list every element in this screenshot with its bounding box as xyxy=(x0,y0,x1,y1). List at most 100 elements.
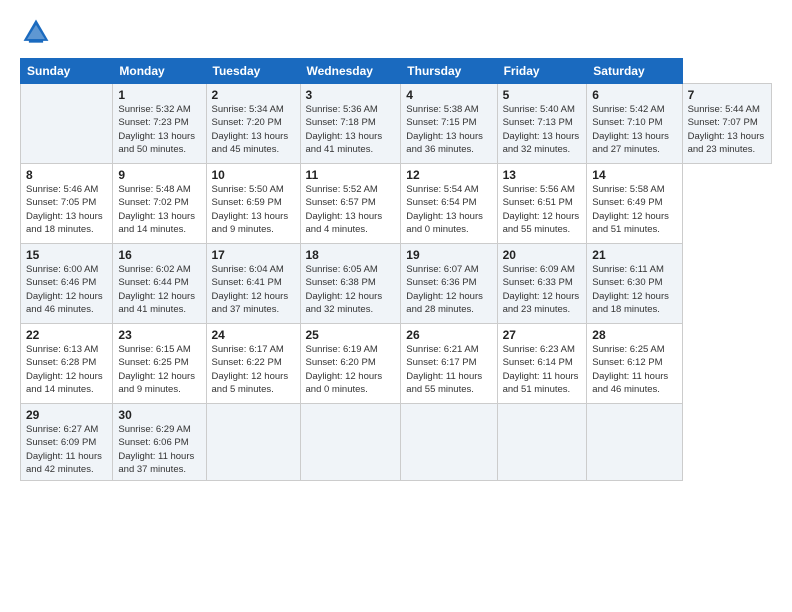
calendar-day-cell: 3Sunrise: 5:36 AMSunset: 7:18 PMDaylight… xyxy=(300,84,401,164)
weekday-header-thursday: Thursday xyxy=(401,59,497,84)
calendar-day-cell xyxy=(21,84,113,164)
day-number: 8 xyxy=(26,168,107,182)
day-number: 14 xyxy=(592,168,676,182)
weekday-header-sunday: Sunday xyxy=(21,59,113,84)
calendar-day-cell: 12Sunrise: 5:54 AMSunset: 6:54 PMDayligh… xyxy=(401,164,497,244)
weekday-header-friday: Friday xyxy=(497,59,587,84)
day-info: Sunrise: 6:11 AMSunset: 6:30 PMDaylight:… xyxy=(592,263,676,316)
logo-icon xyxy=(20,16,52,48)
day-info: Sunrise: 6:13 AMSunset: 6:28 PMDaylight:… xyxy=(26,343,107,396)
page: SundayMondayTuesdayWednesdayThursdayFrid… xyxy=(0,0,792,612)
day-info: Sunrise: 6:19 AMSunset: 6:20 PMDaylight:… xyxy=(306,343,396,396)
calendar-week-row: 29Sunrise: 6:27 AMSunset: 6:09 PMDayligh… xyxy=(21,404,772,481)
day-number: 4 xyxy=(406,88,491,102)
day-info: Sunrise: 5:58 AMSunset: 6:49 PMDaylight:… xyxy=(592,183,676,236)
calendar-day-cell: 13Sunrise: 5:56 AMSunset: 6:51 PMDayligh… xyxy=(497,164,587,244)
day-info: Sunrise: 5:56 AMSunset: 6:51 PMDaylight:… xyxy=(503,183,582,236)
calendar-day-cell: 11Sunrise: 5:52 AMSunset: 6:57 PMDayligh… xyxy=(300,164,401,244)
calendar-day-cell: 9Sunrise: 5:48 AMSunset: 7:02 PMDaylight… xyxy=(113,164,206,244)
calendar-day-cell xyxy=(206,404,300,481)
calendar-day-cell: 24Sunrise: 6:17 AMSunset: 6:22 PMDayligh… xyxy=(206,324,300,404)
calendar-table: SundayMondayTuesdayWednesdayThursdayFrid… xyxy=(20,58,772,481)
calendar-day-cell: 21Sunrise: 6:11 AMSunset: 6:30 PMDayligh… xyxy=(587,244,682,324)
calendar-day-cell: 22Sunrise: 6:13 AMSunset: 6:28 PMDayligh… xyxy=(21,324,113,404)
day-info: Sunrise: 5:54 AMSunset: 6:54 PMDaylight:… xyxy=(406,183,491,236)
day-info: Sunrise: 6:04 AMSunset: 6:41 PMDaylight:… xyxy=(212,263,295,316)
day-number: 5 xyxy=(503,88,582,102)
day-number: 11 xyxy=(306,168,396,182)
calendar-header-row: SundayMondayTuesdayWednesdayThursdayFrid… xyxy=(21,59,772,84)
calendar-day-cell xyxy=(401,404,497,481)
day-number: 13 xyxy=(503,168,582,182)
day-info: Sunrise: 5:40 AMSunset: 7:13 PMDaylight:… xyxy=(503,103,582,156)
day-info: Sunrise: 5:52 AMSunset: 6:57 PMDaylight:… xyxy=(306,183,396,236)
day-number: 29 xyxy=(26,408,107,422)
calendar-day-cell: 7Sunrise: 5:44 AMSunset: 7:07 PMDaylight… xyxy=(682,84,771,164)
day-number: 12 xyxy=(406,168,491,182)
day-number: 26 xyxy=(406,328,491,342)
calendar-day-cell: 28Sunrise: 6:25 AMSunset: 6:12 PMDayligh… xyxy=(587,324,682,404)
day-info: Sunrise: 5:38 AMSunset: 7:15 PMDaylight:… xyxy=(406,103,491,156)
day-info: Sunrise: 6:25 AMSunset: 6:12 PMDaylight:… xyxy=(592,343,676,396)
calendar-day-cell: 16Sunrise: 6:02 AMSunset: 6:44 PMDayligh… xyxy=(113,244,206,324)
day-info: Sunrise: 6:02 AMSunset: 6:44 PMDaylight:… xyxy=(118,263,200,316)
calendar-day-cell: 15Sunrise: 6:00 AMSunset: 6:46 PMDayligh… xyxy=(21,244,113,324)
day-info: Sunrise: 6:15 AMSunset: 6:25 PMDaylight:… xyxy=(118,343,200,396)
calendar-day-cell: 27Sunrise: 6:23 AMSunset: 6:14 PMDayligh… xyxy=(497,324,587,404)
header xyxy=(20,16,772,48)
day-number: 3 xyxy=(306,88,396,102)
day-number: 1 xyxy=(118,88,200,102)
day-info: Sunrise: 6:21 AMSunset: 6:17 PMDaylight:… xyxy=(406,343,491,396)
day-number: 28 xyxy=(592,328,676,342)
day-number: 6 xyxy=(592,88,676,102)
day-number: 16 xyxy=(118,248,200,262)
day-number: 20 xyxy=(503,248,582,262)
day-info: Sunrise: 5:46 AMSunset: 7:05 PMDaylight:… xyxy=(26,183,107,236)
calendar-day-cell: 18Sunrise: 6:05 AMSunset: 6:38 PMDayligh… xyxy=(300,244,401,324)
calendar-week-row: 22Sunrise: 6:13 AMSunset: 6:28 PMDayligh… xyxy=(21,324,772,404)
day-info: Sunrise: 6:29 AMSunset: 6:06 PMDaylight:… xyxy=(118,423,200,476)
day-number: 17 xyxy=(212,248,295,262)
calendar-day-cell: 10Sunrise: 5:50 AMSunset: 6:59 PMDayligh… xyxy=(206,164,300,244)
day-info: Sunrise: 6:05 AMSunset: 6:38 PMDaylight:… xyxy=(306,263,396,316)
day-info: Sunrise: 6:17 AMSunset: 6:22 PMDaylight:… xyxy=(212,343,295,396)
day-number: 24 xyxy=(212,328,295,342)
calendar-day-cell: 23Sunrise: 6:15 AMSunset: 6:25 PMDayligh… xyxy=(113,324,206,404)
day-number: 18 xyxy=(306,248,396,262)
weekday-header-wednesday: Wednesday xyxy=(300,59,401,84)
day-info: Sunrise: 6:09 AMSunset: 6:33 PMDaylight:… xyxy=(503,263,582,316)
calendar-day-cell: 2Sunrise: 5:34 AMSunset: 7:20 PMDaylight… xyxy=(206,84,300,164)
day-number: 21 xyxy=(592,248,676,262)
calendar-day-cell: 4Sunrise: 5:38 AMSunset: 7:15 PMDaylight… xyxy=(401,84,497,164)
calendar-day-cell: 20Sunrise: 6:09 AMSunset: 6:33 PMDayligh… xyxy=(497,244,587,324)
day-info: Sunrise: 5:34 AMSunset: 7:20 PMDaylight:… xyxy=(212,103,295,156)
calendar-week-row: 1Sunrise: 5:32 AMSunset: 7:23 PMDaylight… xyxy=(21,84,772,164)
day-info: Sunrise: 5:36 AMSunset: 7:18 PMDaylight:… xyxy=(306,103,396,156)
calendar-day-cell: 19Sunrise: 6:07 AMSunset: 6:36 PMDayligh… xyxy=(401,244,497,324)
calendar-day-cell: 26Sunrise: 6:21 AMSunset: 6:17 PMDayligh… xyxy=(401,324,497,404)
calendar-day-cell: 6Sunrise: 5:42 AMSunset: 7:10 PMDaylight… xyxy=(587,84,682,164)
weekday-header-saturday: Saturday xyxy=(587,59,682,84)
day-info: Sunrise: 6:07 AMSunset: 6:36 PMDaylight:… xyxy=(406,263,491,316)
calendar-week-row: 15Sunrise: 6:00 AMSunset: 6:46 PMDayligh… xyxy=(21,244,772,324)
calendar-day-cell xyxy=(300,404,401,481)
calendar-day-cell: 5Sunrise: 5:40 AMSunset: 7:13 PMDaylight… xyxy=(497,84,587,164)
day-number: 30 xyxy=(118,408,200,422)
day-number: 22 xyxy=(26,328,107,342)
day-number: 19 xyxy=(406,248,491,262)
calendar-day-cell: 29Sunrise: 6:27 AMSunset: 6:09 PMDayligh… xyxy=(21,404,113,481)
day-info: Sunrise: 6:27 AMSunset: 6:09 PMDaylight:… xyxy=(26,423,107,476)
day-number: 2 xyxy=(212,88,295,102)
day-info: Sunrise: 5:42 AMSunset: 7:10 PMDaylight:… xyxy=(592,103,676,156)
day-number: 10 xyxy=(212,168,295,182)
day-info: Sunrise: 5:44 AMSunset: 7:07 PMDaylight:… xyxy=(688,103,766,156)
calendar-day-cell: 8Sunrise: 5:46 AMSunset: 7:05 PMDaylight… xyxy=(21,164,113,244)
calendar-day-cell: 1Sunrise: 5:32 AMSunset: 7:23 PMDaylight… xyxy=(113,84,206,164)
calendar-day-cell: 30Sunrise: 6:29 AMSunset: 6:06 PMDayligh… xyxy=(113,404,206,481)
calendar-day-cell: 25Sunrise: 6:19 AMSunset: 6:20 PMDayligh… xyxy=(300,324,401,404)
weekday-header-tuesday: Tuesday xyxy=(206,59,300,84)
day-number: 25 xyxy=(306,328,396,342)
day-number: 27 xyxy=(503,328,582,342)
calendar-day-cell: 17Sunrise: 6:04 AMSunset: 6:41 PMDayligh… xyxy=(206,244,300,324)
day-number: 7 xyxy=(688,88,766,102)
